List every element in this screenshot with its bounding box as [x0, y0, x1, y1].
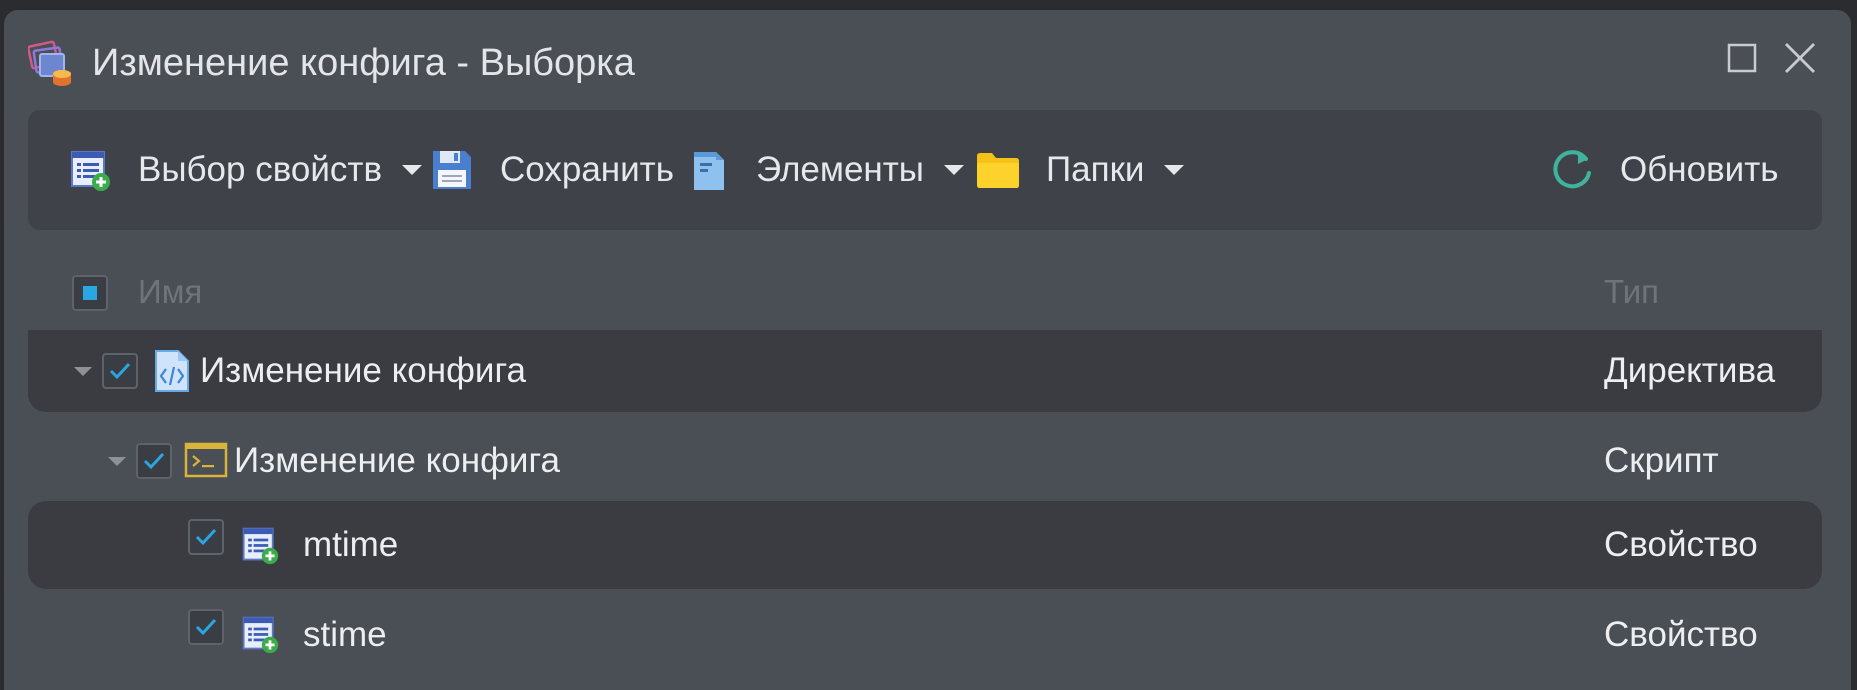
row-checkbox[interactable] — [188, 519, 224, 555]
select-properties-button[interactable]: Выбор свойств — [66, 110, 423, 230]
row-name: Изменение конфига — [234, 441, 560, 480]
column-header-type[interactable]: Тип — [1604, 273, 1659, 311]
table-header: Имя Тип — [28, 265, 1822, 325]
row-name: Изменение конфига — [200, 351, 526, 390]
chevron-down-icon — [1164, 165, 1185, 175]
select-all-checkbox[interactable] — [72, 275, 108, 311]
selection-window: Изменение конфига - Выборка Выбор свойст… — [4, 10, 1851, 690]
save-label: Сохранить — [500, 150, 674, 189]
close-icon — [1783, 41, 1817, 80]
maximize-icon — [1726, 42, 1758, 79]
row-type: Директива — [1604, 351, 1776, 390]
elements-button[interactable]: Элементы — [684, 110, 964, 230]
folders-button[interactable]: Папки — [974, 110, 1185, 230]
row-type: Свойство — [1604, 525, 1758, 564]
title-bar: Изменение конфига - Выборка — [4, 10, 1851, 114]
script-terminal-icon — [184, 440, 228, 484]
refresh-icon — [1548, 146, 1596, 194]
chevron-down-icon — [943, 165, 964, 175]
elements-label: Элементы — [756, 150, 924, 189]
partial-check-indicator — [83, 286, 97, 300]
folder-icon — [974, 146, 1022, 194]
property-add-icon — [240, 523, 280, 567]
property-add-icon — [66, 146, 114, 194]
table-row[interactable]: Изменение конфига Скрипт — [28, 420, 1822, 502]
row-type: Скрипт — [1604, 441, 1719, 480]
property-add-icon — [240, 612, 280, 656]
toolbar: Выбор свойств Сохранить Элементы Папки О… — [28, 110, 1822, 230]
document-icon — [684, 146, 732, 194]
refresh-label: Обновить — [1620, 150, 1779, 189]
row-checkbox[interactable] — [102, 353, 138, 389]
row-checkbox[interactable] — [188, 609, 224, 645]
table-row[interactable]: Изменение конфига Директива — [28, 330, 1822, 412]
column-header-name[interactable]: Имя — [138, 273, 202, 311]
row-name: mtime — [303, 525, 399, 564]
close-button[interactable] — [1780, 40, 1820, 80]
chevron-down-icon — [402, 165, 423, 175]
row-type: Свойство — [1604, 615, 1758, 654]
collapse-arrow-icon[interactable] — [108, 457, 126, 466]
table-row[interactable]: stime Свойство — [28, 595, 1822, 680]
floppy-disk-icon — [428, 146, 476, 194]
save-button[interactable]: Сохранить — [428, 110, 674, 230]
row-name: stime — [303, 615, 387, 654]
table-row[interactable]: mtime Свойство — [28, 501, 1822, 589]
maximize-button[interactable] — [1722, 40, 1762, 80]
select-properties-label: Выбор свойств — [138, 150, 383, 189]
row-checkbox[interactable] — [136, 443, 172, 479]
refresh-button[interactable]: Обновить — [1548, 110, 1778, 230]
directive-file-icon — [152, 349, 192, 393]
collapse-arrow-icon[interactable] — [74, 367, 92, 376]
folders-label: Папки — [1046, 150, 1145, 189]
window-title: Изменение конфига - Выборка — [92, 42, 635, 84]
stacked-documents-db-icon — [27, 40, 74, 86]
